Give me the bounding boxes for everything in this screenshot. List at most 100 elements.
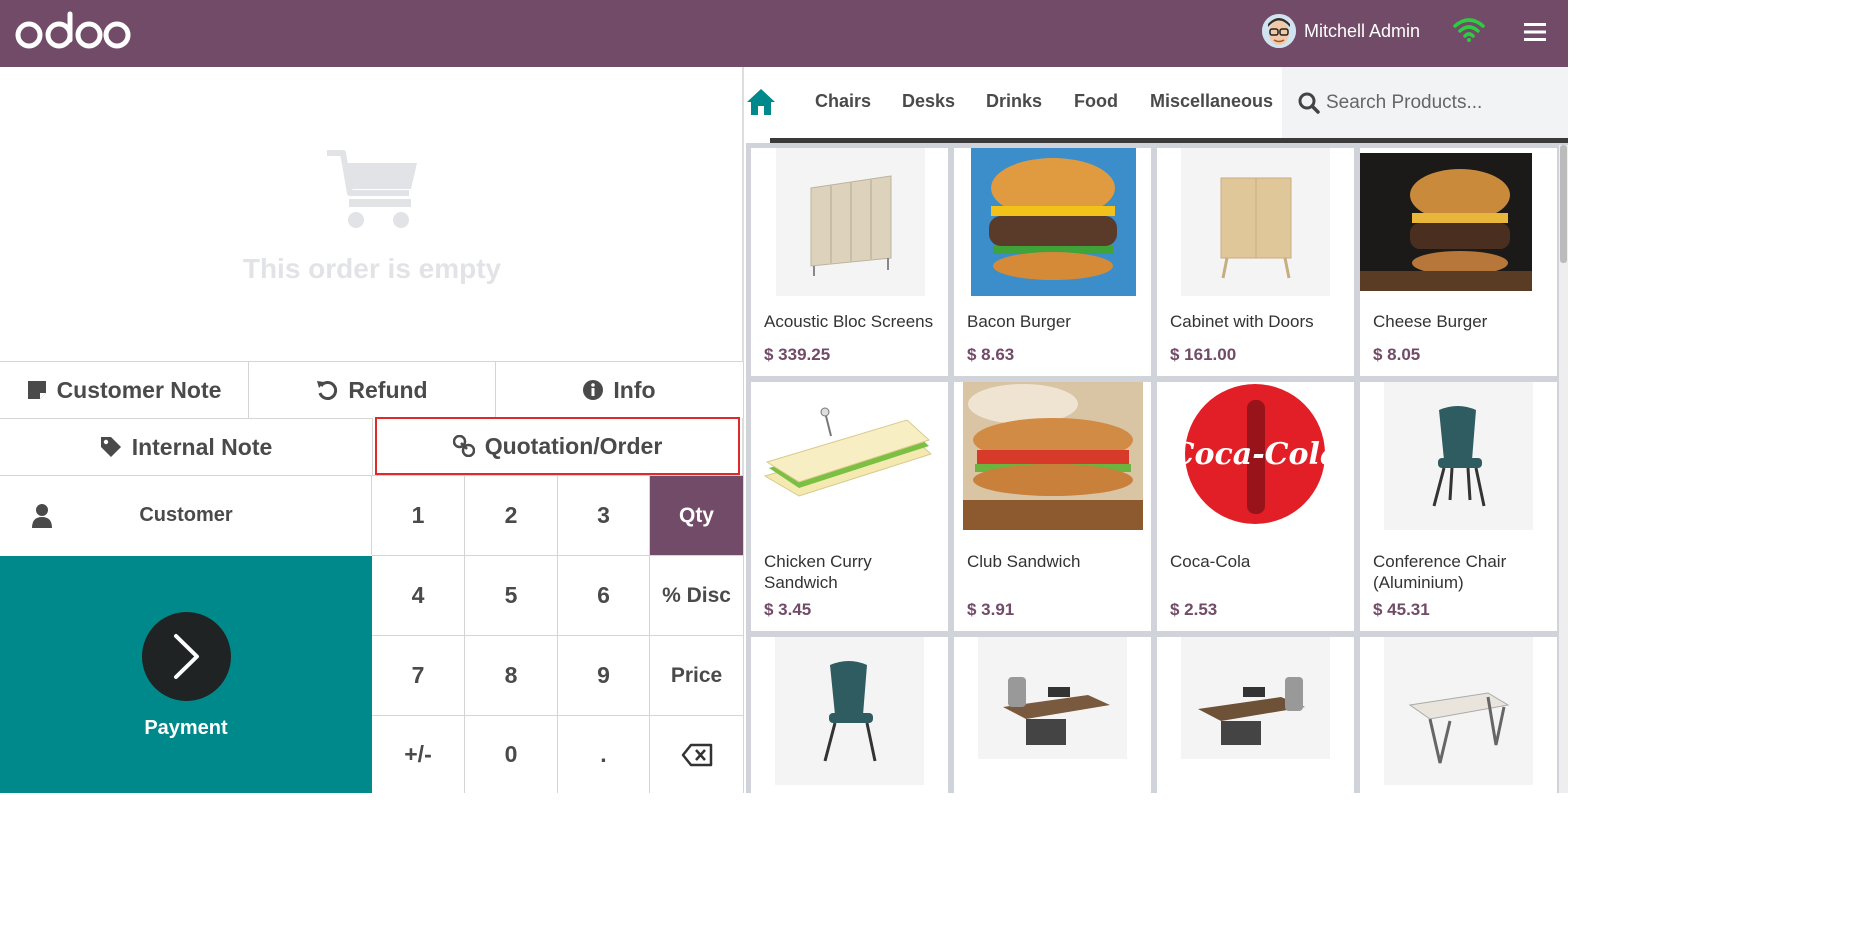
link-icon (452, 435, 475, 457)
quotation-order-label: Quotation/Order (484, 432, 663, 459)
product-card-coca-cola[interactable]: Coca-Cola Coca-Cola $ 2.53 (1157, 382, 1354, 631)
product-screen: Chairs Desks Drinks Food Miscellaneous S… (746, 67, 1568, 797)
category-desks[interactable]: Desks (902, 91, 955, 112)
product-name: Acoustic Bloc Screens (764, 312, 934, 331)
product-image (1384, 382, 1533, 530)
product-card-chicken-curry-sandwich[interactable]: Chicken Curry Sandwich $ 3.45 (751, 382, 948, 631)
internal-note-button[interactable]: Internal Note (0, 418, 373, 475)
product-card-cabinet-with-doors[interactable]: Cabinet with Doors $ 161.00 (1157, 148, 1354, 376)
product-card-acoustic-bloc-screens[interactable]: Acoustic Bloc Screens $ 339.25 (751, 148, 948, 376)
product-card-club-sandwich[interactable]: Club Sandwich $ 3.91 (954, 382, 1151, 631)
product-price: $ 2.53 (1170, 600, 1218, 619)
product-name: Coca-Cola (1170, 552, 1251, 571)
product-image (775, 637, 924, 785)
numpad-key-1[interactable]: 1 (372, 475, 465, 555)
product-image (978, 637, 1127, 759)
user-name: Mitchell Admin (1304, 20, 1421, 41)
numpad-key-plus-minus[interactable]: +/- (372, 715, 465, 793)
numpad-key-4[interactable]: 4 (372, 555, 465, 635)
info-icon (583, 380, 604, 400)
product-card-desk[interactable] (954, 637, 1151, 797)
product-card-desk-2[interactable] (1157, 637, 1354, 797)
category-bar: Chairs Desks Drinks Food Miscellaneous (746, 67, 1568, 143)
user-avatar-icon (1262, 14, 1296, 48)
coca-cola-logo-image: Coca-Cola (1181, 382, 1330, 530)
numpad-key-decimal[interactable]: . (558, 715, 650, 793)
refund-button[interactable]: Refund (249, 361, 496, 418)
numpad-key-5[interactable]: 5 (465, 555, 558, 635)
user-menu[interactable]: Mitchell Admin (1262, 13, 1420, 49)
search-box (1282, 67, 1568, 139)
cheese-burger-image (1360, 153, 1532, 291)
backspace-icon (681, 743, 712, 766)
category-food[interactable]: Food (1074, 91, 1118, 112)
order-lines: This order is empty (0, 67, 744, 361)
chair-image (775, 637, 924, 785)
product-card-conference-chair-aluminium[interactable]: Conference Chair (Aluminium) $ 45.31 (1360, 382, 1557, 631)
burger-image (971, 148, 1136, 296)
desk-image (1181, 637, 1330, 759)
wifi-icon (1453, 18, 1485, 42)
product-price: $ 161.00 (1170, 345, 1237, 364)
qty-mode-button[interactable]: Qty (650, 475, 744, 555)
category-chairs[interactable]: Chairs (815, 91, 871, 112)
backspace-button[interactable] (650, 715, 744, 793)
shopping-cart-icon (327, 150, 417, 228)
payment-button[interactable]: Payment (0, 556, 372, 793)
product-image (971, 148, 1136, 296)
numpad-key-3[interactable]: 3 (558, 475, 650, 555)
info-button[interactable]: Info (496, 361, 744, 418)
cabinet-image (1181, 148, 1330, 296)
customer-button[interactable]: Customer (0, 475, 372, 555)
chevron-right-icon (174, 634, 199, 679)
product-card-cheese-burger[interactable]: Cheese Burger $ 8.05 (1360, 148, 1557, 376)
desk-image (978, 637, 1127, 759)
quotation-order-button[interactable]: Quotation/Order (375, 417, 740, 475)
home-icon[interactable] (746, 87, 776, 117)
hamburger-menu-icon[interactable] (1522, 20, 1548, 44)
discount-mode-button[interactable]: % Disc (650, 555, 744, 635)
table-image (1384, 637, 1533, 785)
numpad-key-7[interactable]: 7 (372, 635, 465, 715)
internal-note-label: Internal Note (131, 433, 273, 460)
payment-circle (142, 612, 231, 701)
product-image: Coca-Cola (1181, 382, 1330, 530)
product-image (1384, 637, 1533, 785)
numpad-key-2[interactable]: 2 (465, 475, 558, 555)
product-card-chair[interactable] (751, 637, 948, 797)
info-label: Info (613, 376, 656, 403)
product-scrollbar-thumb[interactable] (1560, 145, 1567, 263)
product-name: Conference Chair (Aluminium) (1373, 552, 1507, 592)
product-price: $ 339.25 (764, 345, 831, 364)
sandwich-image (763, 407, 932, 497)
product-image (1181, 148, 1330, 296)
club-sandwich-image (963, 382, 1143, 530)
product-name: Cheese Burger (1373, 312, 1488, 331)
category-miscellaneous[interactable]: Miscellaneous (1150, 91, 1273, 112)
numpad-key-6[interactable]: 6 (558, 555, 650, 635)
product-name: Chicken Curry Sandwich (764, 552, 872, 592)
product-price: $ 8.05 (1373, 345, 1421, 364)
numpad-key-8[interactable]: 8 (465, 635, 558, 715)
odoo-logo (15, 11, 131, 49)
customer-label: Customer (139, 504, 233, 526)
product-name: Bacon Burger (967, 312, 1071, 331)
product-image (776, 148, 925, 296)
numpad-key-9[interactable]: 9 (558, 635, 650, 715)
product-price: $ 45.31 (1373, 600, 1430, 619)
customer-note-button[interactable]: Customer Note (0, 361, 249, 418)
product-image (1360, 153, 1532, 291)
product-image (759, 404, 937, 502)
tag-icon (100, 437, 121, 457)
product-name: Cabinet with Doors (1170, 312, 1314, 331)
product-card-bacon-burger[interactable]: Bacon Burger $ 8.63 (954, 148, 1151, 376)
product-card-table[interactable] (1360, 637, 1557, 797)
empty-order-message: This order is empty (242, 253, 502, 284)
undo-icon (317, 381, 338, 400)
price-mode-button[interactable]: Price (650, 635, 744, 715)
search-input[interactable] (1326, 88, 1556, 118)
svg-text:Coca-Cola: Coca-Cola (1181, 437, 1330, 472)
numpad-key-0[interactable]: 0 (465, 715, 558, 793)
category-drinks[interactable]: Drinks (986, 91, 1042, 112)
payment-label: Payment (144, 717, 228, 739)
